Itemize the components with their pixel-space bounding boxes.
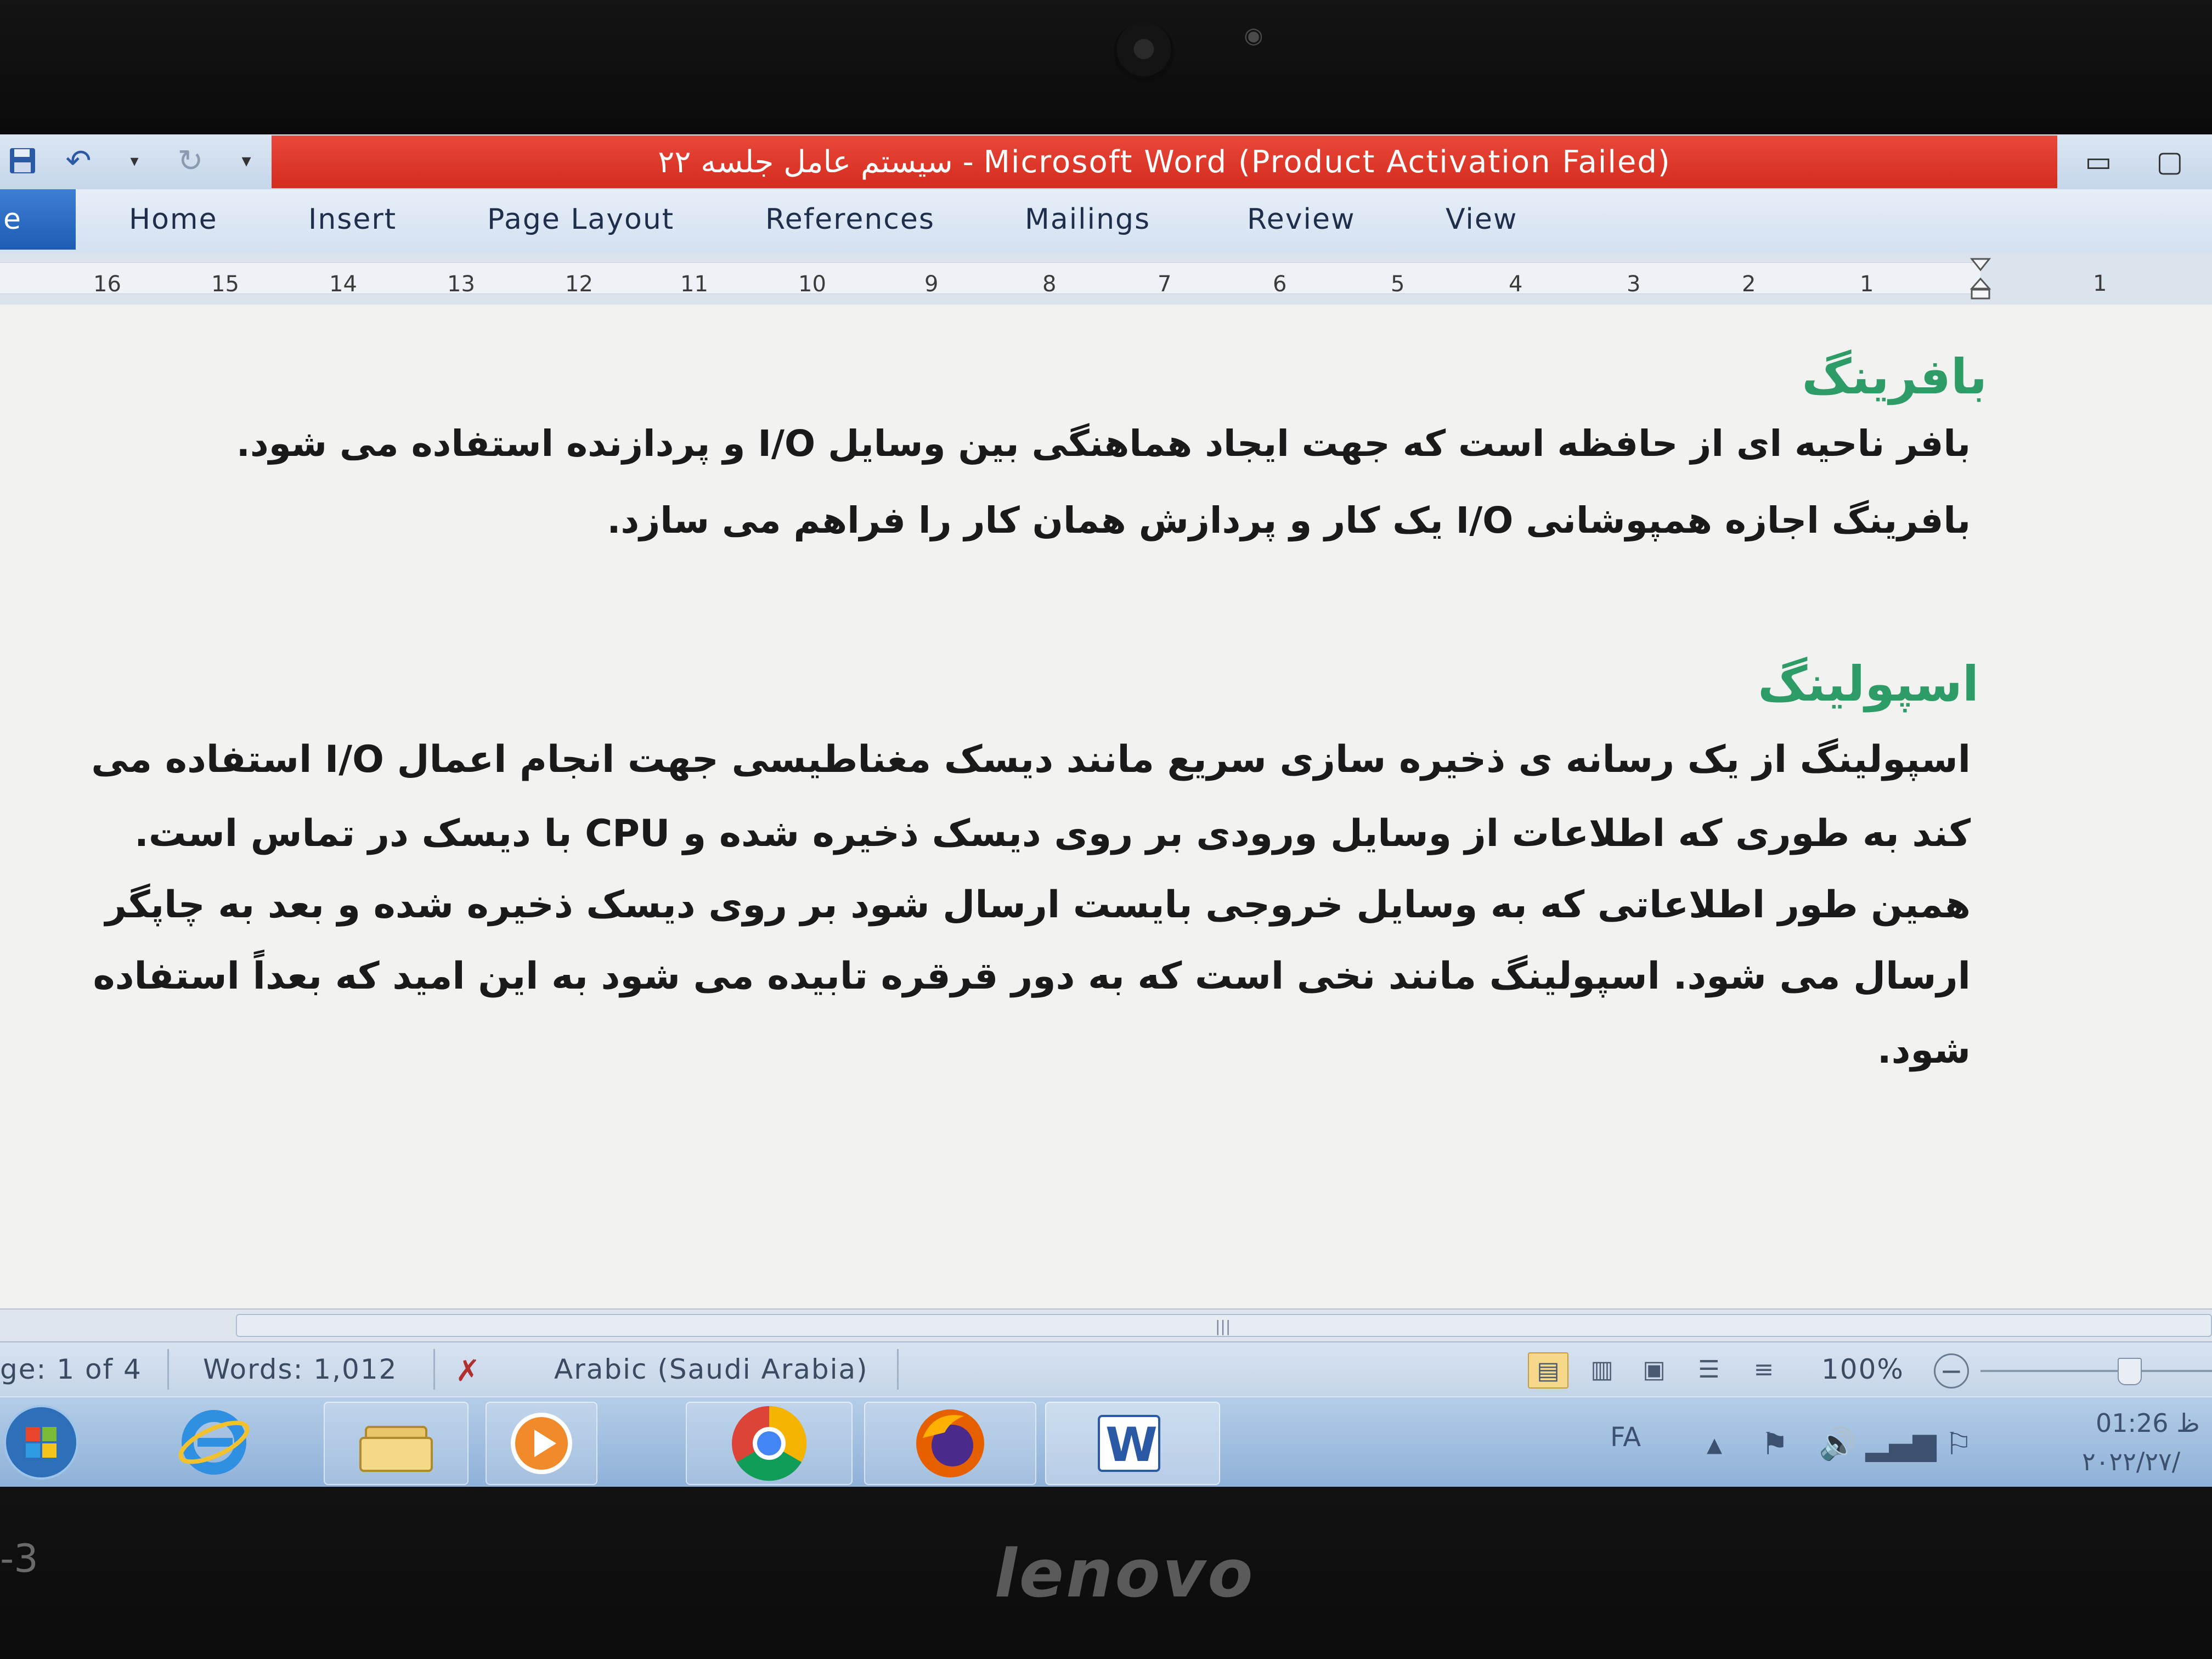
status-divider bbox=[433, 1349, 435, 1390]
redo-icon[interactable]: ↻ bbox=[173, 143, 207, 179]
file-explorer-icon[interactable] bbox=[324, 1402, 469, 1485]
status-divider bbox=[897, 1349, 899, 1390]
firefox-icon[interactable] bbox=[864, 1402, 1036, 1485]
language-indicator[interactable]: Arabic (Saudi Arabia) bbox=[554, 1353, 868, 1385]
paragraph-line: شود. bbox=[1877, 1029, 1971, 1072]
ruler-number: 5 bbox=[1391, 272, 1405, 297]
tab-references[interactable]: References bbox=[765, 200, 935, 239]
ruler-strip: 16 15 14 13 12 11 10 9 8 7 6 5 4 3 2 1 bbox=[0, 262, 1980, 297]
status-divider bbox=[167, 1349, 169, 1390]
restore-icon[interactable]: ▢ bbox=[2151, 145, 2189, 178]
word-count[interactable]: Words: 1,012 bbox=[203, 1353, 397, 1385]
ruler-number: 4 bbox=[1509, 272, 1523, 297]
paragraph-line: بافر ناحیه ای از حافظه است که جهت ایجاد … bbox=[236, 422, 1971, 465]
print-layout-icon[interactable]: ▤ bbox=[1528, 1352, 1568, 1389]
ruler-number: 15 bbox=[211, 272, 239, 297]
paragraph-line: ارسال می شود. اسپولینگ مانند نخی است که … bbox=[93, 955, 1971, 998]
lenovo-logo: lenovo bbox=[994, 1536, 1255, 1612]
bezel-mark: -3 bbox=[0, 1536, 38, 1581]
ruler-number: 2 bbox=[1742, 272, 1756, 297]
ruler-number: 9 bbox=[924, 272, 939, 297]
svg-text:W: W bbox=[1105, 1418, 1158, 1472]
proofing-icon[interactable]: ✗ bbox=[455, 1353, 481, 1388]
webcam-lens bbox=[1114, 22, 1174, 82]
web-layout-icon[interactable]: ▣ bbox=[1635, 1352, 1673, 1386]
scrollbar-grip-icon: ||| bbox=[1215, 1317, 1231, 1335]
windows-taskbar: W FA ▴ ⚑ 🔊 ▂▄▆ ⚐ 01:26 ظ ۲۰۲۲/۲۷/ bbox=[0, 1396, 2212, 1487]
ruler-number: 1 bbox=[2093, 271, 2107, 296]
tab-view[interactable]: View bbox=[1446, 200, 1517, 239]
laptop-top-bezel bbox=[0, 0, 2212, 137]
draft-icon[interactable]: ≡ bbox=[1745, 1352, 1783, 1386]
volume-icon[interactable]: 🔊 bbox=[1819, 1425, 1857, 1463]
ribbon-tabs: e Home Insert Page Layout References Mai… bbox=[0, 189, 2212, 253]
ruler-number: 13 bbox=[447, 272, 475, 297]
paragraph-line: همین طور اطلاعاتی که به وسایل خروجی بایس… bbox=[105, 883, 1971, 927]
ruler-number: 1 bbox=[1860, 272, 1874, 297]
status-bar: ge: 1 of 4 Words: 1,012 ✗ Arabic (Saudi … bbox=[0, 1341, 2212, 1397]
ruler-number: 6 bbox=[1273, 272, 1287, 297]
tab-page-layout[interactable]: Page Layout bbox=[487, 200, 674, 239]
ruler-number: 10 bbox=[798, 272, 826, 297]
window-controls: ▭ ▢ bbox=[2079, 140, 2211, 184]
undo-dropdown-icon[interactable]: ▾ bbox=[117, 144, 151, 178]
show-hidden-icons-icon[interactable]: ▴ bbox=[1695, 1425, 1734, 1463]
action-center-icon[interactable]: ⚑ bbox=[1756, 1425, 1794, 1463]
title-bar: ↶ ▾ ↻ ▾ سیستم عامل جلسه ۲۲ - Microsoft W… bbox=[0, 134, 2212, 189]
network-icon[interactable]: ▂▄▆ bbox=[1865, 1425, 1936, 1463]
ruler-number: 14 bbox=[329, 272, 357, 297]
word-icon[interactable]: W bbox=[1045, 1402, 1220, 1485]
clock-time[interactable]: 01:26 ظ bbox=[2096, 1408, 2200, 1438]
ruler-number: 16 bbox=[93, 272, 121, 297]
chrome-icon[interactable] bbox=[686, 1402, 853, 1485]
quick-access-toolbar: ↶ ▾ ↻ ▾ bbox=[0, 139, 280, 183]
tab-insert[interactable]: Insert bbox=[308, 200, 397, 239]
horizontal-ruler[interactable]: 16 15 14 13 12 11 10 9 8 7 6 5 4 3 2 1 1 bbox=[0, 252, 2212, 306]
undo-icon[interactable]: ↶ bbox=[61, 143, 95, 179]
window-title: سیستم عامل جلسه ۲۲ - Microsoft Word (Pro… bbox=[272, 136, 2057, 188]
ruler-number: 7 bbox=[1158, 272, 1172, 297]
ruler-number: 12 bbox=[565, 272, 593, 297]
paragraph-line: اسپولینگ از یک رسانه ی ذخیره سازی سریع م… bbox=[91, 738, 1971, 781]
horizontal-scrollbar[interactable]: ||| bbox=[0, 1308, 2212, 1342]
zoom-slider-thumb[interactable] bbox=[2118, 1358, 2142, 1385]
document-page[interactable]: بافرینگ بافر ناحیه ای از حافظه است که جه… bbox=[0, 304, 2212, 1308]
system-tray: FA ▴ ⚑ 🔊 ▂▄▆ ⚐ 01:26 ظ ۲۰۲۲/۲۷/ bbox=[1591, 1397, 2212, 1487]
zoom-out-button[interactable]: − bbox=[1934, 1353, 1969, 1389]
tab-file[interactable]: e bbox=[0, 189, 76, 250]
full-screen-reading-icon[interactable]: ▥ bbox=[1583, 1352, 1621, 1386]
tab-home[interactable]: Home bbox=[129, 200, 218, 239]
heading-spooling: اسپولینگ bbox=[1758, 656, 1979, 712]
media-player-icon[interactable] bbox=[486, 1402, 597, 1485]
flag-icon[interactable]: ⚐ bbox=[1939, 1425, 1978, 1463]
paragraph-line: کند به طوری که اطلاعات از وسایل ورودی بر… bbox=[134, 812, 1971, 855]
tab-review[interactable]: Review bbox=[1247, 200, 1356, 239]
outline-icon[interactable]: ☰ bbox=[1690, 1352, 1728, 1386]
ruler-number: 11 bbox=[680, 272, 708, 297]
input-language[interactable]: FA bbox=[1610, 1422, 1641, 1453]
zoom-slider[interactable] bbox=[1980, 1370, 2212, 1372]
camera-icon: ◉ bbox=[1244, 23, 1263, 48]
indent-marker-icon[interactable] bbox=[1970, 257, 1991, 301]
ruler-number: 8 bbox=[1042, 272, 1057, 297]
ruler-number: 3 bbox=[1627, 272, 1641, 297]
page-count[interactable]: ge: 1 of 4 bbox=[0, 1353, 142, 1385]
tab-mailings[interactable]: Mailings bbox=[1025, 200, 1150, 239]
screen: ↶ ▾ ↻ ▾ سیستم عامل جلسه ۲۲ - Microsoft W… bbox=[0, 134, 2212, 1487]
heading-buffering: بافرینگ bbox=[1802, 348, 1987, 405]
minimize-icon[interactable]: ▭ bbox=[2079, 145, 2118, 178]
start-orb-icon[interactable] bbox=[0, 1402, 82, 1483]
internet-explorer-icon[interactable] bbox=[159, 1402, 269, 1483]
paragraph-line: بافرینگ اجازه همپوشانی I/O یک کار و پردا… bbox=[607, 499, 1971, 541]
clock-date[interactable]: ۲۰۲۲/۲۷/ bbox=[2082, 1447, 2180, 1476]
save-icon[interactable] bbox=[5, 144, 40, 178]
customize-icon[interactable]: ▾ bbox=[229, 144, 263, 178]
zoom-level[interactable]: 100% bbox=[1821, 1353, 1904, 1385]
